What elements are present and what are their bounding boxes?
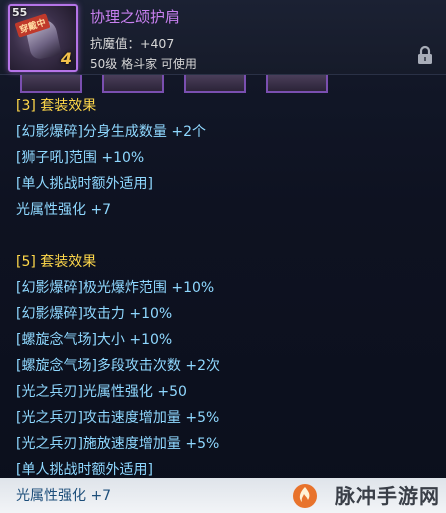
set5-effect-line: [光之兵刃]施放速度增加量 +5% [16,436,220,452]
item-grade-number: 4 [60,49,72,68]
set3-effect-line: [幻影爆碎]分身生成数量 +2个 [16,124,207,140]
set5-effect-line: 光属性强化 +7 [16,488,112,504]
set5-title: [5] 套装效果 [16,254,97,270]
set5-effect-line: [幻影爆碎]极光爆炸范围 +10% [16,280,215,296]
set5-effect-line: [单人挑战时额外适用] [16,462,153,478]
item-requirement: 50级 格斗家 可使用 [90,57,197,71]
watermark-text: 脉冲手游网 [335,484,440,508]
item-slot[interactable] [102,75,164,93]
set5-effect-line: [光之兵刃]光属性强化 +50 [16,384,187,400]
set3-effect-line: 光属性强化 +7 [16,202,112,218]
set3-title: [3] 套装效果 [16,98,97,114]
set5-effect-line: [螺旋念气场]多段攻击次数 +2次 [16,358,221,374]
set3-effect-line: [狮子吼]范围 +10% [16,150,145,166]
item-slot[interactable] [20,75,82,93]
item-level-tag: 55 [12,6,28,19]
item-name: 协理之颂护肩 [90,8,181,26]
shoulder-armor-icon[interactable]: 55 穿戴中 4 [8,4,78,72]
set3-effect-line: [单人挑战时额外适用] [16,176,153,192]
set5-effect-line: [光之兵刃]攻击速度增加量 +5% [16,410,220,426]
item-slot[interactable] [184,75,246,93]
item-slot[interactable] [266,75,328,93]
item-tooltip: 55 穿戴中 4 协理之颂护肩 抗魔值：+407 50级 格斗家 可使用 [3]… [0,0,446,513]
item-header: 55 穿戴中 4 协理之颂护肩 抗魔值：+407 50级 格斗家 可使用 [0,0,446,75]
lock-icon[interactable] [414,44,436,66]
item-stat: 抗魔值：+407 [90,36,175,51]
flame-logo-icon [293,484,317,508]
item-slot-row [0,75,446,95]
set5-effect-line: [幻影爆碎]攻击力 +10% [16,306,173,322]
set5-effect-line: [螺旋念气场]大小 +10% [16,332,173,348]
